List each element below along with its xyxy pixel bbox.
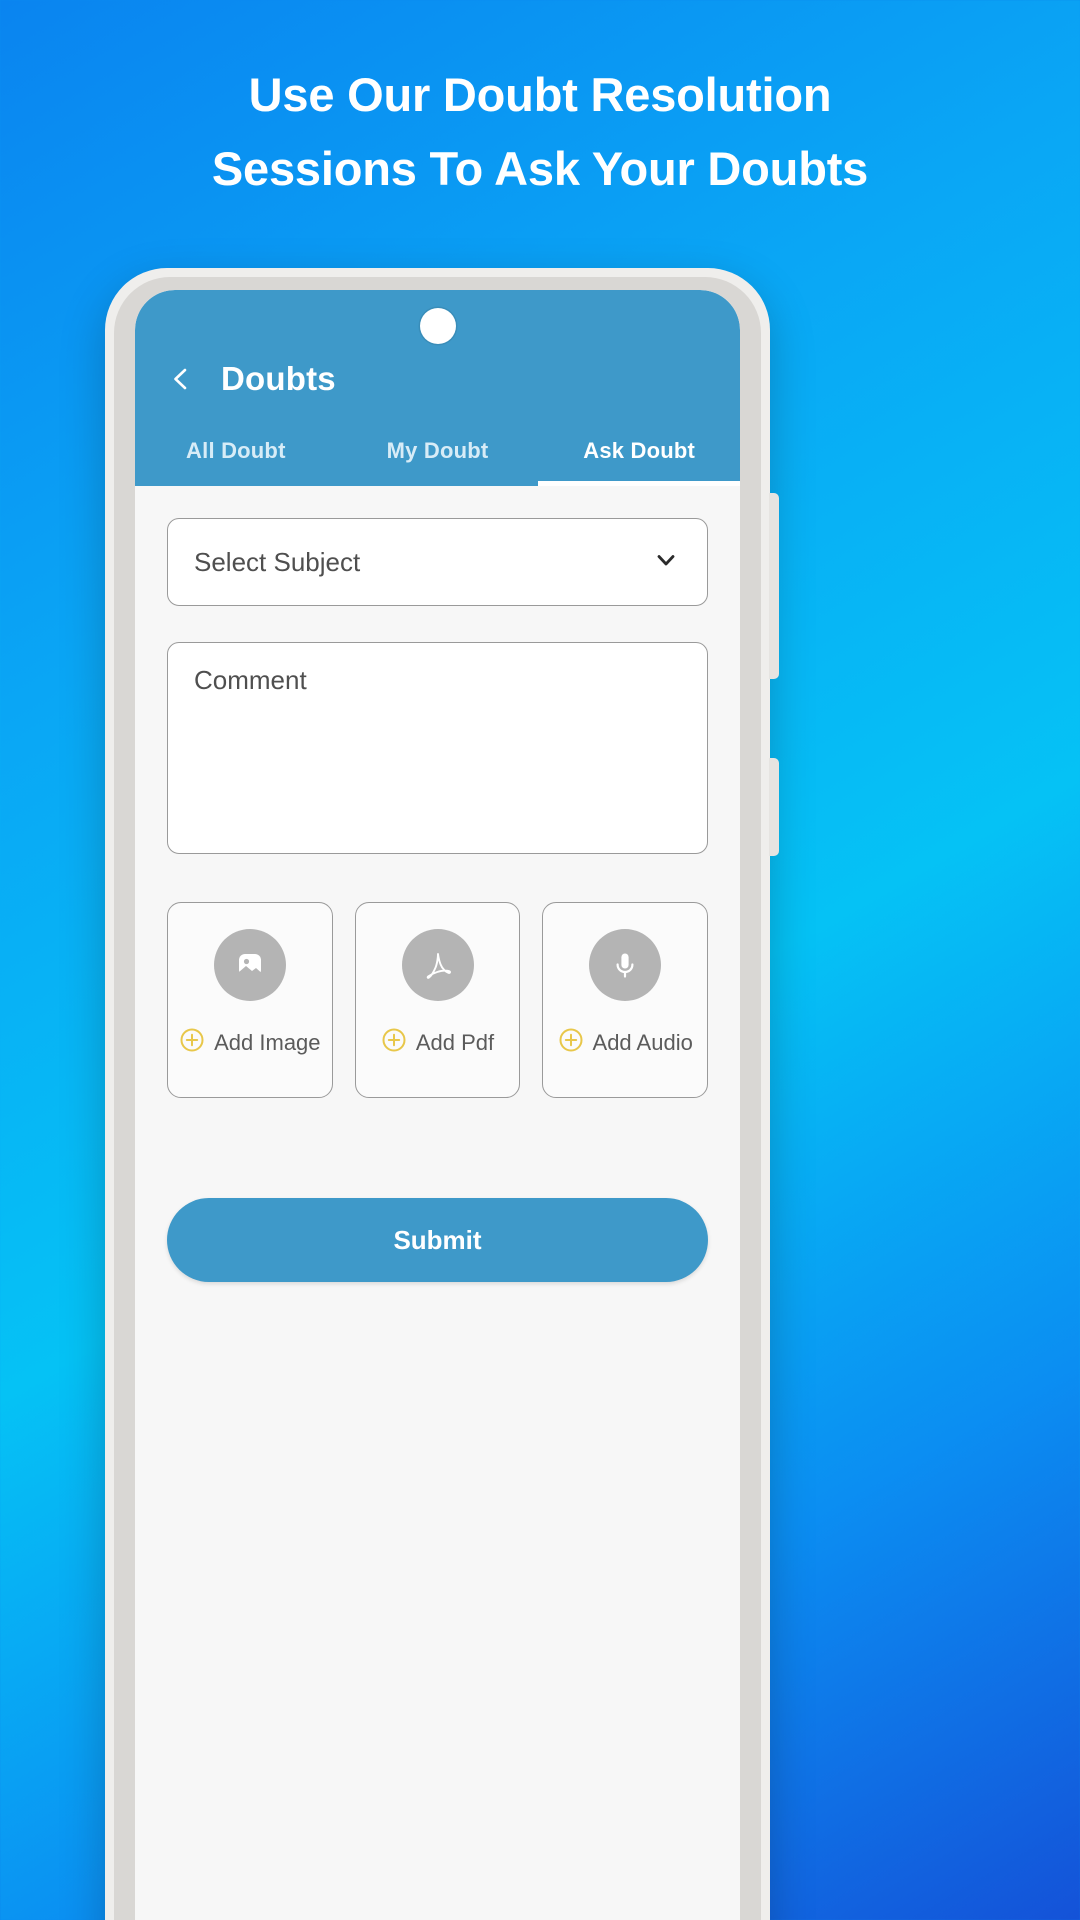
plus-circle-icon xyxy=(179,1027,205,1058)
phone-volume-buttons xyxy=(769,493,779,679)
chevron-down-icon xyxy=(651,545,681,580)
tab-my-doubt[interactable]: My Doubt xyxy=(337,416,539,486)
ask-doubt-form: Select Subject Comment Add Image Add Pdf… xyxy=(135,486,740,1920)
image-icon xyxy=(213,929,286,1001)
app-titlebar: Doubts xyxy=(135,346,740,412)
promo-headline-line-2: Sessions To Ask Your Doubts xyxy=(211,142,869,195)
microphone-icon xyxy=(589,929,662,1001)
tab-my-doubt-label: My Doubt xyxy=(386,438,489,463)
tab-all-doubt-label: All Doubt xyxy=(186,438,286,463)
phone-power-button xyxy=(769,758,779,856)
add-pdf-card[interactable]: Add Pdf xyxy=(354,902,521,1098)
tab-ask-doubt-label: Ask Doubt xyxy=(583,438,696,463)
add-audio-label-row: Add Audio xyxy=(558,1027,693,1058)
comment-textarea[interactable]: Comment xyxy=(167,642,708,854)
pdf-icon xyxy=(401,929,474,1001)
tab-all-doubt[interactable]: All Doubt xyxy=(135,416,337,486)
subject-select[interactable]: Select Subject xyxy=(167,518,708,606)
promo-headline: Use Our Doubt Resolution Sessions To Ask… xyxy=(0,58,1080,206)
add-image-label-row: Add Image xyxy=(179,1027,321,1058)
attachment-row: Add Image Add Pdf Add Audio xyxy=(167,902,709,1098)
page-title: Doubts xyxy=(221,360,336,397)
comment-placeholder: Comment xyxy=(194,665,307,695)
chevron-left-icon xyxy=(168,366,194,392)
phone-mockup: Doubts All Doubt My Doubt Ask Doubt Sele… xyxy=(105,268,779,1920)
back-button[interactable] xyxy=(167,365,195,393)
camera-punch-hole xyxy=(419,308,456,344)
subject-select-placeholder: Select Subject xyxy=(194,546,361,577)
submit-button-label: Submit xyxy=(393,1224,482,1255)
plus-circle-icon xyxy=(558,1027,584,1058)
add-image-label: Add Image xyxy=(214,1029,321,1055)
tab-ask-doubt[interactable]: Ask Doubt xyxy=(538,416,740,486)
add-pdf-label-row: Add Pdf xyxy=(381,1027,494,1058)
add-audio-label: Add Audio xyxy=(592,1029,693,1055)
phone-screen: Doubts All Doubt My Doubt Ask Doubt Sele… xyxy=(135,290,740,1920)
app-header: Doubts All Doubt My Doubt Ask Doubt xyxy=(135,290,740,486)
submit-button[interactable]: Submit xyxy=(167,1198,708,1282)
add-image-card[interactable]: Add Image xyxy=(167,902,333,1098)
add-audio-card[interactable]: Add Audio xyxy=(542,902,709,1098)
plus-circle-icon xyxy=(381,1027,407,1058)
add-pdf-label: Add Pdf xyxy=(415,1029,495,1055)
tab-bar: All Doubt My Doubt Ask Doubt xyxy=(135,416,740,486)
promo-headline-line-1: Use Our Doubt Resolution xyxy=(248,68,832,121)
